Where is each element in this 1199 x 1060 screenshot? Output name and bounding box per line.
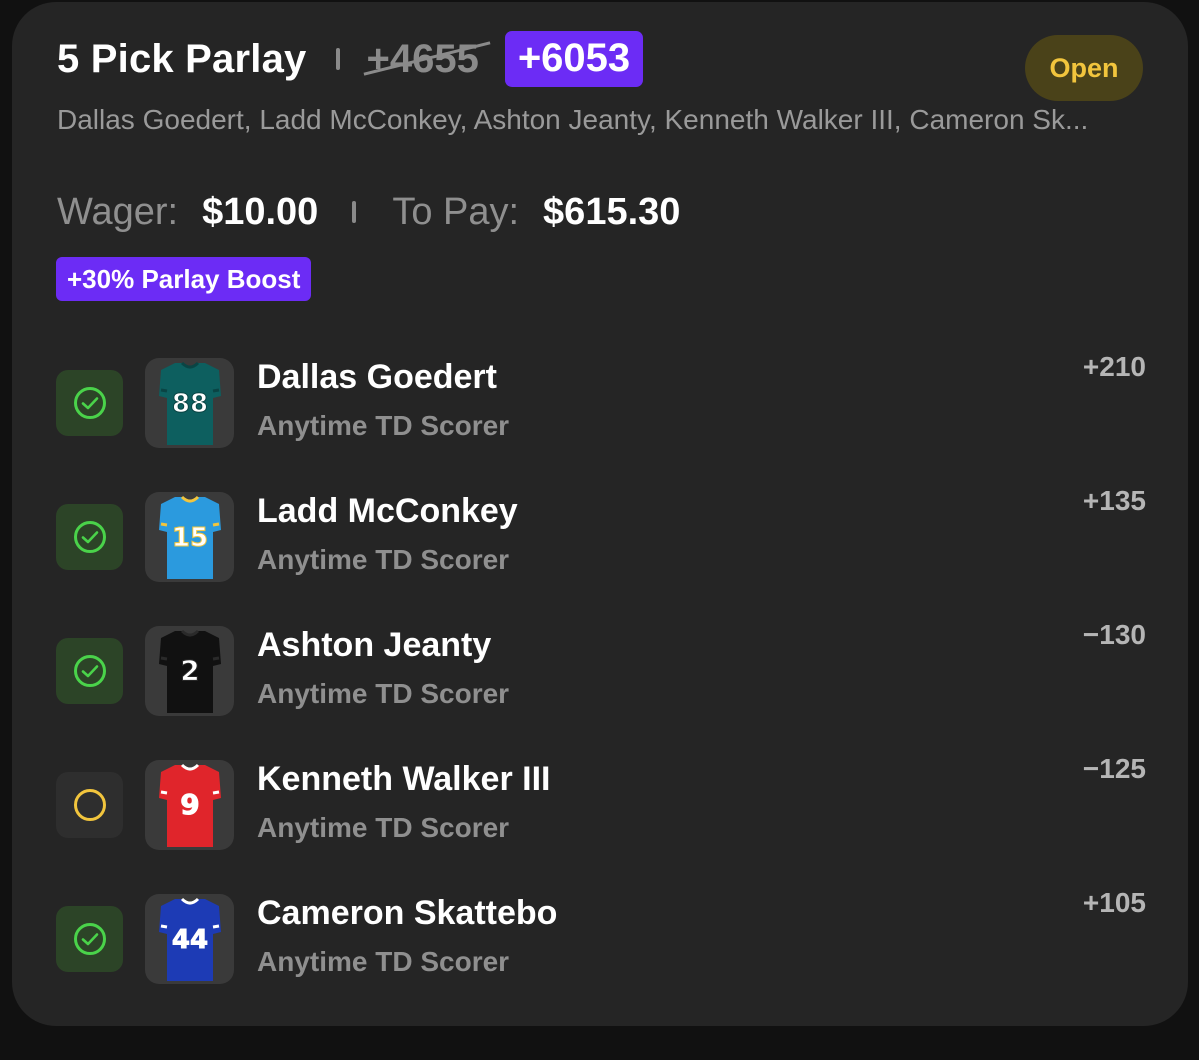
check-circle-icon	[73, 923, 106, 955]
pick-odds: −125	[1082, 753, 1146, 784]
pick-status	[56, 906, 123, 972]
market-label: Anytime TD Scorer	[257, 410, 510, 441]
divider	[352, 201, 357, 223]
check-circle-icon	[73, 387, 106, 419]
parlay-header: 5 Pick Parlay +4655 +6053	[57, 30, 644, 88]
original-odds: +4655	[364, 39, 491, 79]
pick-odds: +210	[1082, 351, 1146, 382]
svg-text:88: 88	[171, 389, 207, 419]
parlay-title: 5 Pick Parlay	[57, 36, 307, 81]
player-name: Kenneth Walker III	[257, 760, 551, 798]
check-circle-icon	[73, 655, 106, 687]
pick-status	[56, 370, 123, 436]
pick-row[interactable]: 9 Kenneth Walker III Anytime TD Scorer −125	[56, 753, 1146, 890]
players-summary: Dallas Goedert, Ladd McConkey, Ashton Je…	[57, 104, 1089, 135]
jersey-icon: 9	[145, 760, 234, 850]
svg-text:44: 44	[171, 925, 207, 955]
parlay-boost-badge: +30% Parlay Boost	[56, 257, 312, 301]
pick-odds: +105	[1082, 887, 1146, 918]
divider	[336, 48, 341, 70]
jersey-icon: 88	[145, 358, 234, 448]
svg-text:15: 15	[171, 523, 207, 553]
wager-value: $10.00	[202, 190, 319, 233]
player-name: Ashton Jeanty	[257, 626, 492, 664]
status-badge: Open	[1025, 35, 1143, 101]
parlay-card[interactable]: 5 Pick Parlay +4655 +6053 Open Dallas Go…	[12, 2, 1188, 1026]
pick-row[interactable]: 88 Dallas Goedert Anytime TD Scorer +210	[56, 351, 1146, 488]
wager-label: Wager:	[57, 190, 179, 233]
market-label: Anytime TD Scorer	[257, 812, 510, 843]
pick-status	[56, 638, 123, 704]
market-label: Anytime TD Scorer	[257, 678, 510, 709]
pick-odds: −130	[1082, 619, 1146, 650]
boosted-odds-badge: +6053	[504, 31, 644, 87]
payout-label: To Pay:	[392, 190, 520, 233]
player-name: Dallas Goedert	[257, 358, 497, 396]
pending-circle-icon	[73, 789, 106, 821]
jersey-icon: 44	[145, 894, 234, 984]
pick-row[interactable]: 15 Ladd McConkey Anytime TD Scorer +135	[56, 485, 1146, 622]
jersey-icon: 2	[145, 626, 234, 716]
wager-row: Wager: $10.00 To Pay: $615.30	[57, 186, 680, 238]
jersey-icon: 15	[145, 492, 234, 582]
player-name: Ladd McConkey	[257, 492, 518, 530]
pick-odds: +135	[1082, 485, 1146, 516]
svg-text:2: 2	[180, 654, 199, 687]
pick-row[interactable]: 2 Ashton Jeanty Anytime TD Scorer −130	[56, 619, 1146, 756]
pick-row[interactable]: 44 Cameron Skattebo Anytime TD Scorer +105	[56, 887, 1146, 1024]
market-label: Anytime TD Scorer	[257, 946, 510, 977]
svg-text:9: 9	[180, 788, 199, 821]
picks-list: 88 Dallas Goedert Anytime TD Scorer +210 15 L…	[56, 351, 1146, 1024]
pick-status	[56, 772, 123, 838]
check-circle-icon	[73, 521, 106, 553]
player-name: Cameron Skattebo	[257, 894, 558, 932]
payout-value: $615.30	[543, 190, 681, 233]
pick-status	[56, 504, 123, 570]
market-label: Anytime TD Scorer	[257, 544, 510, 575]
